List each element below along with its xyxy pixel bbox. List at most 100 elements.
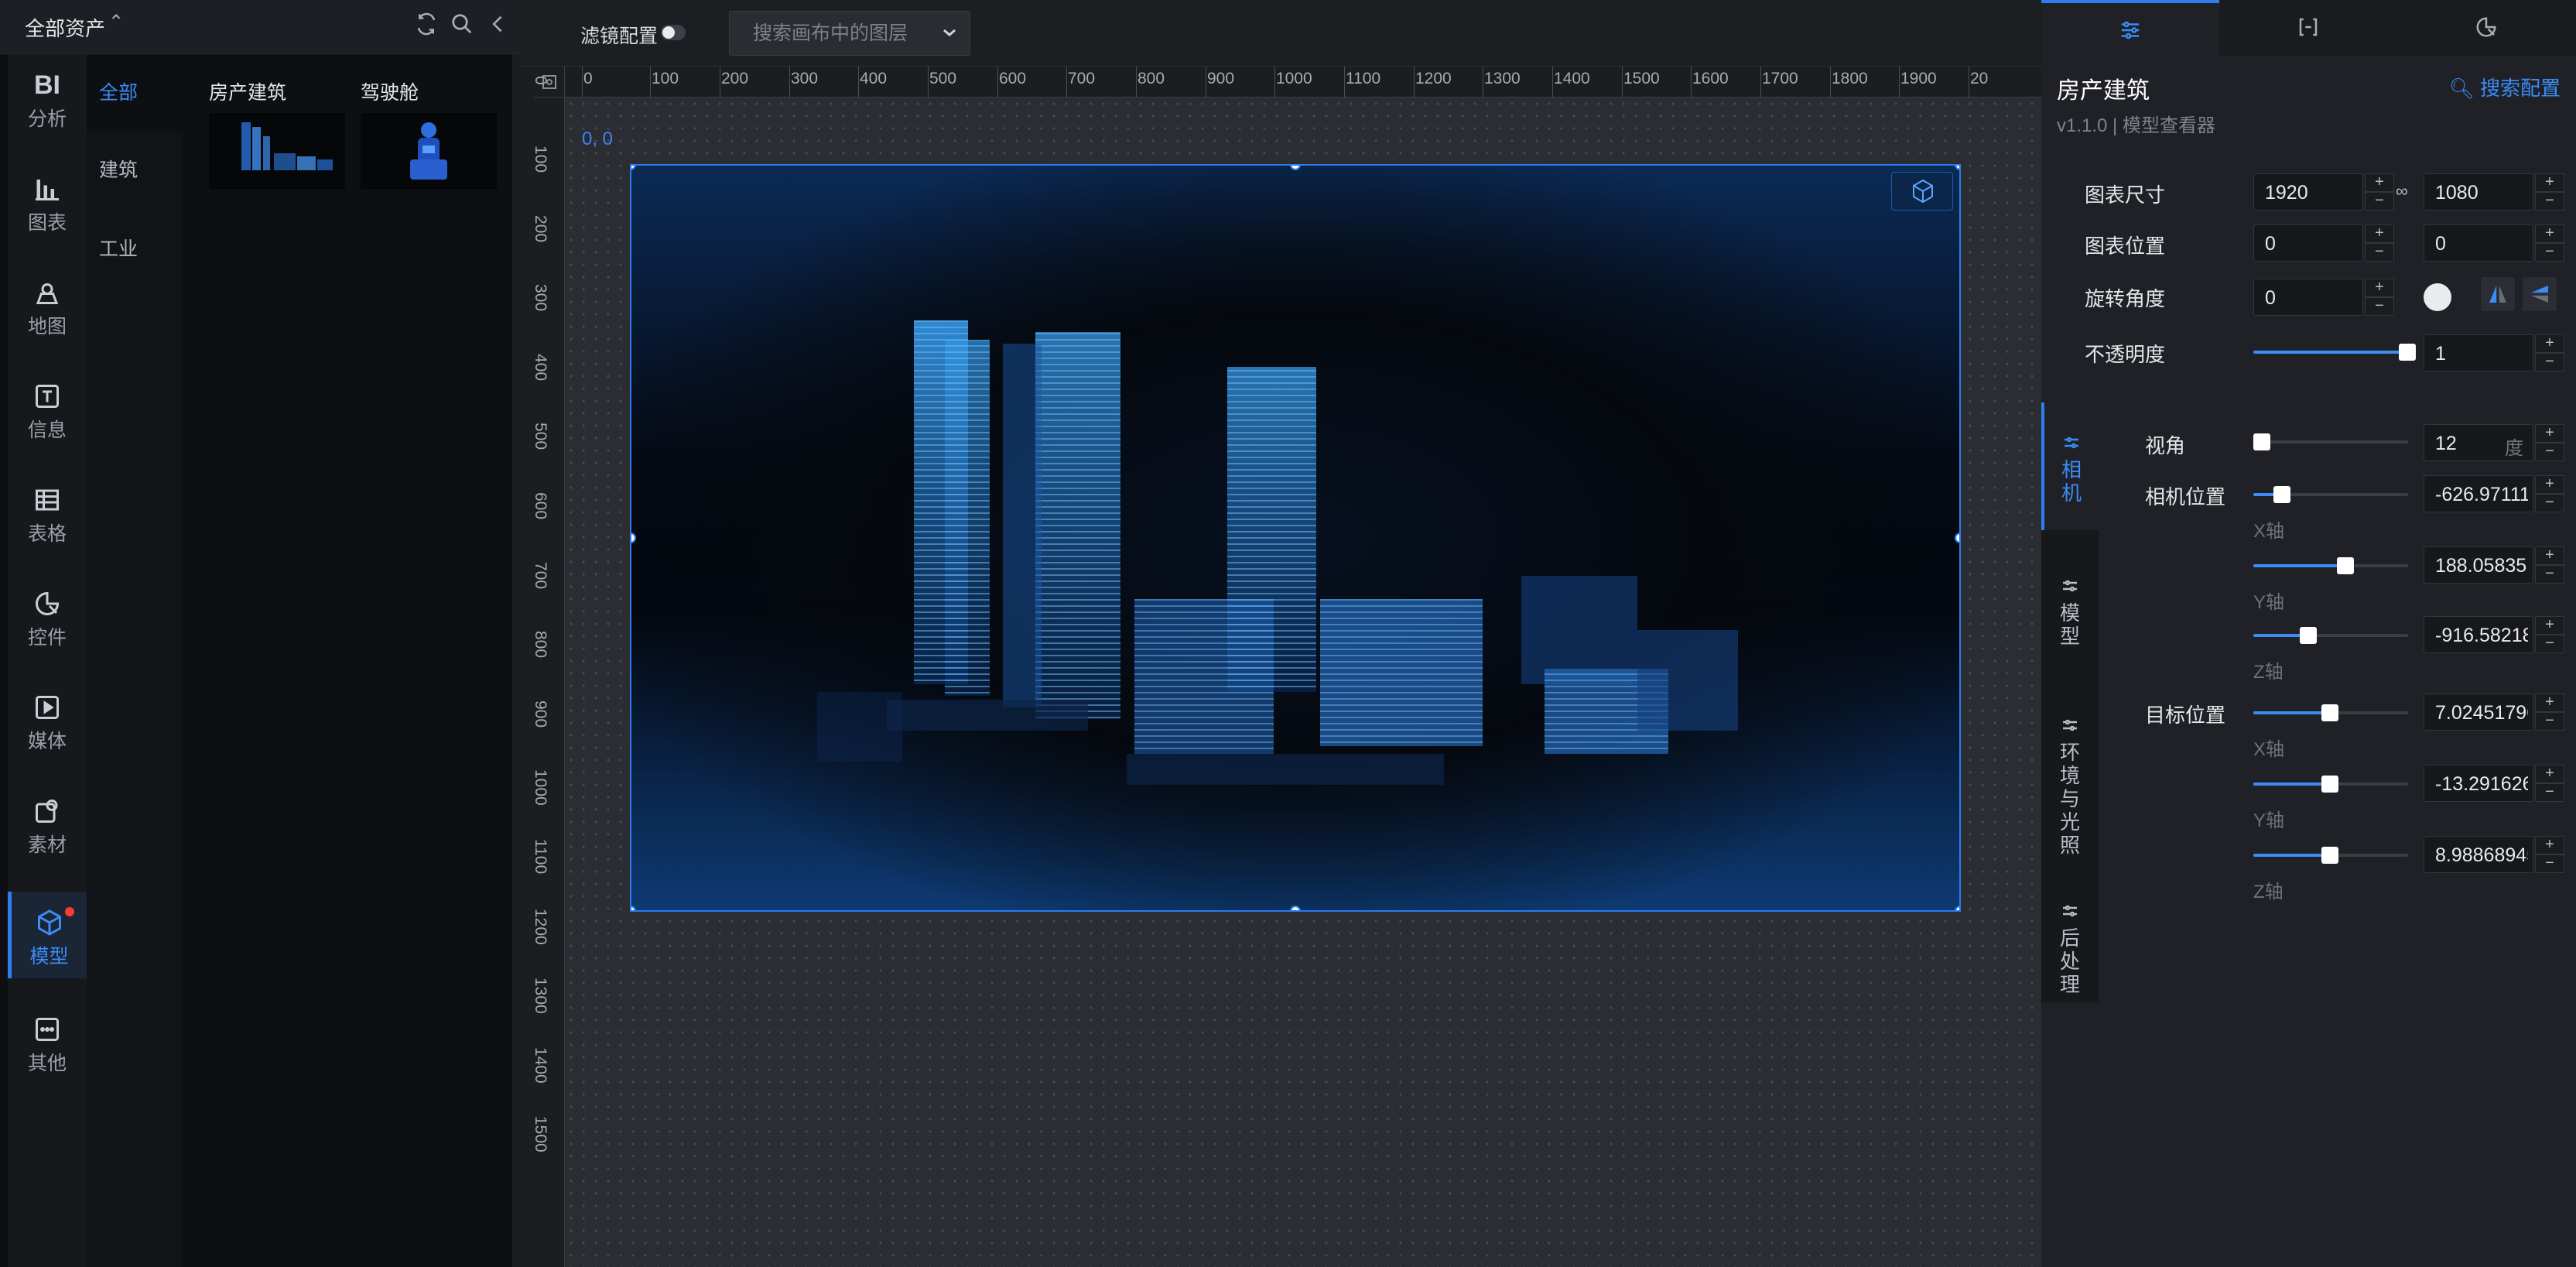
opacity-stepper[interactable]: + − <box>2535 334 2564 372</box>
tab-data[interactable] <box>2219 0 2397 57</box>
width-stepper[interactable]: + − <box>2365 173 2394 211</box>
filter-config-toggle[interactable] <box>661 25 686 40</box>
subcategory-building[interactable]: 建筑 <box>87 132 183 209</box>
fov-input[interactable]: 12 度 <box>2424 424 2533 461</box>
target-x-stepper[interactable]: + − <box>2535 693 2564 731</box>
category-label: 图表 <box>27 212 67 234</box>
subcategory-rail: 全部 建筑 工业 <box>87 54 183 1267</box>
camera-x-slider[interactable] <box>2253 483 2408 506</box>
camera-x-input[interactable]: -626.97111 <box>2424 475 2533 512</box>
subcategory-industry[interactable]: 工业 <box>87 211 183 288</box>
cube-icon <box>36 909 63 937</box>
flip-horizontal-icon[interactable] <box>2481 277 2515 311</box>
subcategory-all[interactable]: 全部 <box>87 54 183 132</box>
layer-search-input[interactable] <box>730 12 931 55</box>
asset-card-cockpit[interactable]: 驾驶舱 <box>361 77 497 189</box>
search-config-link[interactable]: 🔍︎ 搜索配置 <box>2449 73 2561 101</box>
camera-z-stepper[interactable]: + − <box>2535 616 2564 653</box>
tab-style[interactable] <box>2041 0 2219 57</box>
position-y-stepper[interactable]: + − <box>2535 224 2564 262</box>
target-y-input[interactable]: -13.291626 <box>2424 765 2533 802</box>
target-y-slider[interactable] <box>2253 772 2408 796</box>
camera-y-input[interactable]: 188.05835 <box>2424 546 2533 584</box>
category-analysis[interactable]: BI 分析 <box>8 54 87 141</box>
target-z-input[interactable]: 8.98868945 <box>2424 836 2533 873</box>
target-z-slider[interactable] <box>2253 844 2408 867</box>
side-tab-postprocess[interactable]: 后处理 <box>2041 878 2099 1002</box>
resize-handle-s[interactable] <box>1290 906 1301 910</box>
resize-handle-se[interactable] <box>1955 906 1959 910</box>
target-z-stepper[interactable]: + − <box>2535 836 2564 873</box>
canvas-area[interactable]: 0 100 200 300 400 500 600 700 800 900 10… <box>534 67 2041 1267</box>
resize-handle-e[interactable] <box>1955 532 1959 543</box>
opacity-input[interactable]: 1 <box>2424 334 2533 372</box>
camera-z-input[interactable]: -916.58218 <box>2424 616 2533 653</box>
category-label: 信息 <box>27 419 67 441</box>
rotation-input[interactable]: 0 <box>2253 279 2363 316</box>
height-stepper[interactable]: + − <box>2535 173 2564 211</box>
chevron-down-icon[interactable] <box>940 23 959 42</box>
sliders-icon <box>2058 902 2082 920</box>
asset-scope-dropdown[interactable]: 全部资产 <box>25 13 105 42</box>
side-tab-model[interactable]: 模型 <box>2041 530 2099 693</box>
category-rail: BI 分析 图表 地图 信息 表格 控件 媒体 素材 模型 其他 <box>8 54 87 1267</box>
category-media[interactable]: 媒体 <box>8 676 87 763</box>
category-widget[interactable]: 控件 <box>8 573 87 659</box>
target-x-slider[interactable] <box>2253 701 2408 724</box>
category-table[interactable]: 表格 <box>8 469 87 556</box>
collapse-left-icon[interactable] <box>487 12 514 39</box>
ruler-horizontal[interactable]: 0 100 200 300 400 500 600 700 800 900 10… <box>565 67 2041 98</box>
target-y-stepper[interactable]: + − <box>2535 765 2564 802</box>
category-material[interactable]: 素材 <box>8 780 87 867</box>
category-map[interactable]: 地图 <box>8 262 87 348</box>
height-input[interactable]: 1080 <box>2424 173 2533 211</box>
filter-config-label: 滤镜配置 <box>580 26 659 47</box>
category-label: 素材 <box>27 834 67 856</box>
size-label: 图表尺寸 <box>2085 183 2166 207</box>
category-chart[interactable]: 图表 <box>8 158 87 245</box>
category-other[interactable]: 其他 <box>8 998 87 1085</box>
search-icon[interactable] <box>450 12 477 39</box>
opacity-slider[interactable] <box>2253 341 2416 364</box>
ruler-vertical[interactable]: 0 100 200 300 400 500 600 700 800 900 10… <box>534 76 565 1267</box>
position-x-stepper[interactable]: + − <box>2365 224 2394 262</box>
width-input[interactable]: 1920 <box>2253 173 2363 211</box>
tab-interaction[interactable] <box>2397 0 2575 57</box>
camera-x-stepper[interactable]: + − <box>2535 475 2564 512</box>
category-label: 媒体 <box>27 731 67 752</box>
target-x-input[interactable]: 7.02451796 <box>2424 693 2533 731</box>
category-info[interactable]: 信息 <box>8 365 87 452</box>
camera-z-slider[interactable] <box>2253 624 2408 647</box>
opacity-value: 1 <box>2435 343 2446 365</box>
layer-search-box[interactable] <box>729 11 970 56</box>
rotation-dial[interactable] <box>2424 283 2451 311</box>
fov-slider[interactable] <box>2253 430 2408 454</box>
side-tab-environment[interactable]: 环境与光照 <box>2041 693 2099 878</box>
ruler-tick: 300 <box>534 284 549 312</box>
ruler-tick: 20 <box>1968 67 1989 98</box>
ruler-tick: 400 <box>534 354 549 382</box>
model-viewer-component[interactable] <box>630 164 1961 912</box>
rotation-stepper[interactable]: + − <box>2365 279 2394 316</box>
side-tab-camera[interactable]: 相机 <box>2041 402 2099 530</box>
widget-icon <box>33 590 61 618</box>
position-y-input[interactable]: 0 <box>2424 224 2533 262</box>
target-x-value: 7.02451796 <box>2435 702 2528 724</box>
chevron-updown-icon[interactable]: ⌃ <box>108 11 124 33</box>
asset-card-real-estate[interactable]: 房产建筑 <box>209 77 345 189</box>
left-panel-scrollbar[interactable] <box>512 54 520 1267</box>
refresh-icon[interactable] <box>415 12 441 39</box>
category-model[interactable]: 模型 <box>8 892 87 978</box>
camera-position-label: 相机位置 <box>2145 485 2226 509</box>
link-ratio-icon[interactable]: ∞ <box>2396 181 2408 201</box>
model-view-icon[interactable] <box>1891 172 1953 211</box>
position-x-input[interactable]: 0 <box>2253 224 2363 262</box>
fov-stepper[interactable]: + − <box>2535 424 2564 461</box>
ruler-tick: 1400 <box>534 1047 549 1084</box>
position-y-value: 0 <box>2435 233 2446 255</box>
camera-y-stepper[interactable]: + − <box>2535 546 2564 584</box>
height-value: 1080 <box>2435 182 2479 204</box>
ruler-tick: 600 <box>534 492 549 520</box>
flip-vertical-icon[interactable] <box>2523 277 2557 311</box>
camera-y-slider[interactable] <box>2253 554 2408 577</box>
